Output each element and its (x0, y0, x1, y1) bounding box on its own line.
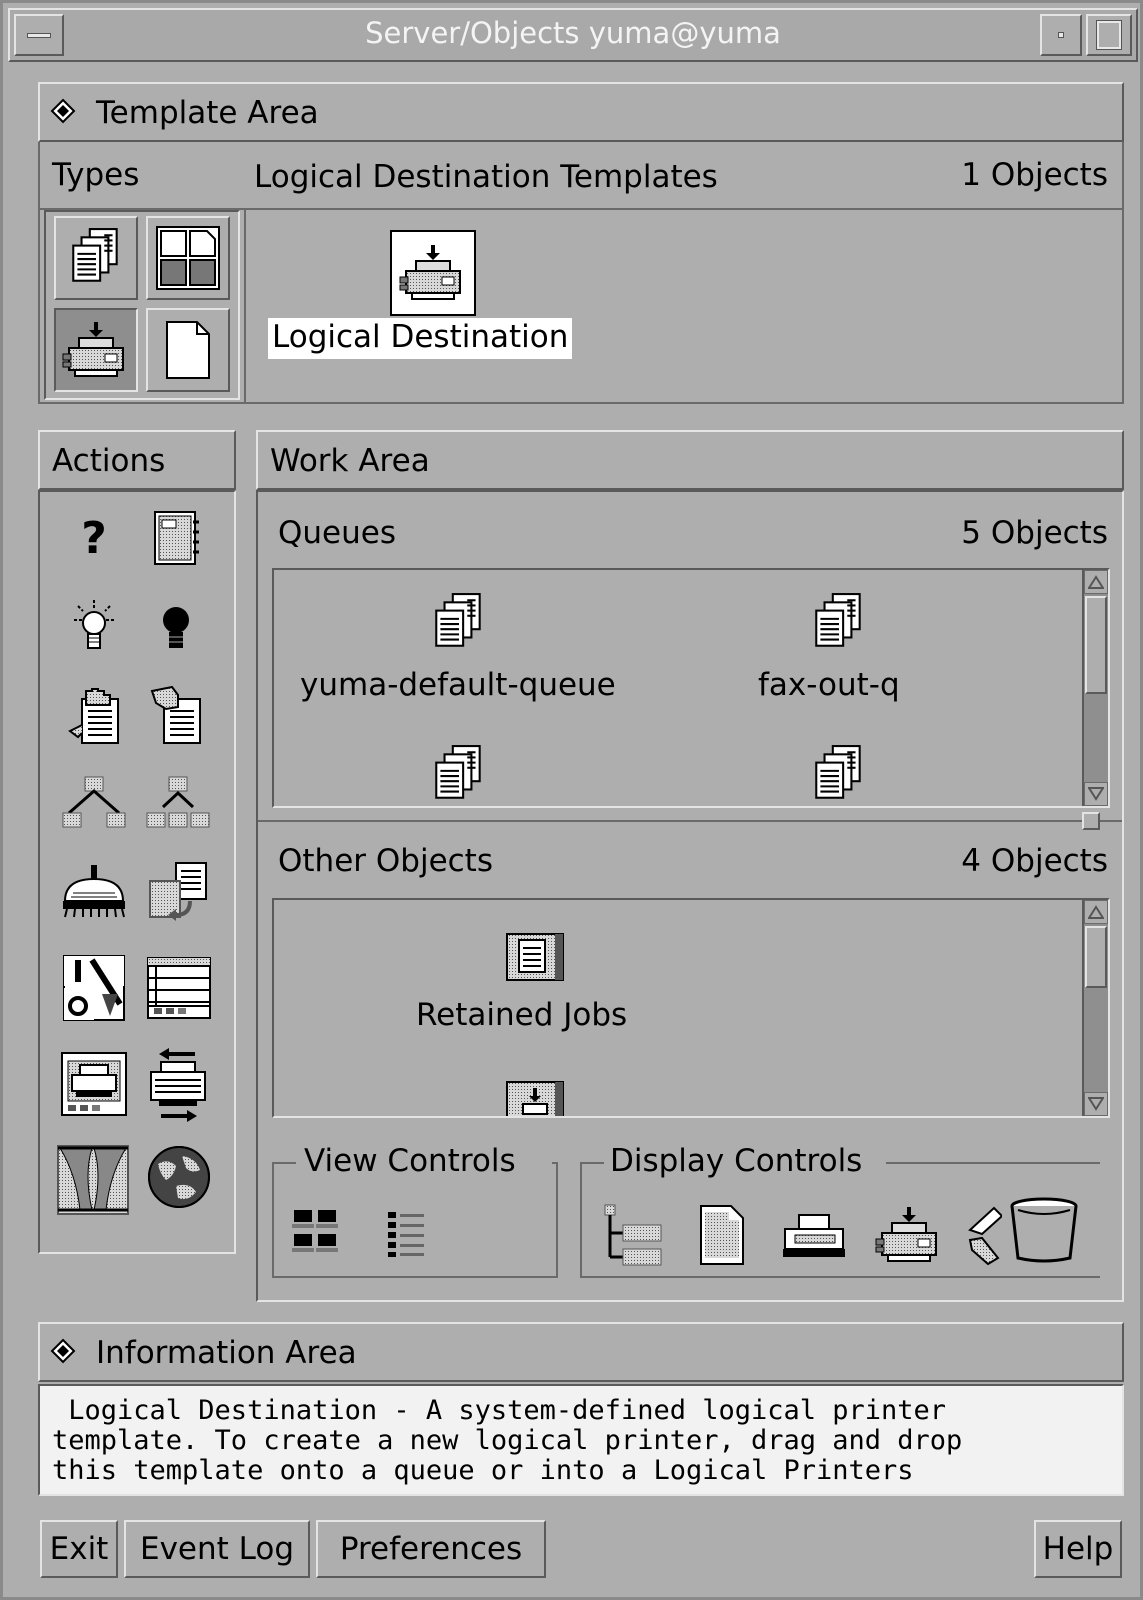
tree-display-icon[interactable] (598, 1202, 668, 1268)
show-tree-icon[interactable] (58, 770, 130, 834)
logical-destination-type-icon[interactable] (54, 308, 138, 392)
other-objects-title: Other Objects (278, 843, 493, 879)
layout-type-icon[interactable] (146, 216, 230, 300)
scroll-thumb[interactable] (1085, 926, 1107, 988)
queue-label: yuma-default-queue (300, 667, 616, 703)
enable-disable-icon[interactable] (60, 952, 128, 1024)
scroll-up-icon[interactable] (1084, 570, 1108, 594)
exit-button[interactable]: Exit (40, 1520, 118, 1578)
queue-icon (424, 742, 494, 808)
icon-view-icon[interactable] (288, 1204, 344, 1260)
event-log-button[interactable]: Event Log (124, 1520, 310, 1578)
hide-tree-icon[interactable] (142, 770, 214, 834)
scroll-thumb[interactable] (1085, 596, 1107, 694)
work-area-body: Queues 5 Objects yuma-default-queue fax-… (256, 490, 1124, 1302)
other-object-item[interactable]: Retained Jobs (404, 930, 664, 1050)
queues-count: 5 Objects (961, 515, 1108, 551)
window-title: Server/Objects yuma@yuma (365, 16, 781, 50)
template-area-header[interactable]: Template Area (38, 82, 1124, 142)
scroll-down-icon[interactable] (1084, 1092, 1108, 1116)
copy-icon[interactable] (144, 860, 214, 924)
trash-can-icon[interactable] (1006, 1194, 1082, 1266)
actions-palette: ? (38, 490, 236, 1254)
queue-item[interactable]: yuma-default-queue (294, 590, 634, 710)
other-object-label: Retained Jobs (416, 997, 628, 1033)
queue-type-icon[interactable] (54, 216, 138, 300)
template-section-title: Logical Destination Templates (254, 159, 718, 195)
other-objects-scrollbar[interactable] (1082, 900, 1108, 1116)
retained-jobs-icon (500, 930, 570, 984)
table-view-icon[interactable] (144, 952, 214, 1024)
template-count: 1 Objects (961, 157, 1108, 193)
light-off-icon[interactable] (144, 596, 208, 660)
logical-destination-icon (390, 230, 476, 316)
types-label: Types (52, 157, 140, 193)
arrow-display-icon[interactable] (968, 1202, 1002, 1268)
other-objects-list: Retained Jobs (272, 898, 1110, 1118)
maximize-icon[interactable] (1086, 14, 1132, 56)
hold-job-icon[interactable] (62, 684, 126, 748)
template-area-title: Template Area (96, 95, 319, 131)
template-item-label: Logical Destination (268, 318, 573, 359)
light-on-icon[interactable] (62, 596, 126, 660)
queue-icon (804, 590, 874, 656)
title-bar[interactable]: Server/Objects yuma@yuma (8, 8, 1138, 62)
work-area-header: Work Area (256, 430, 1124, 490)
actions-title: Actions (52, 443, 166, 479)
information-area-title: Information Area (96, 1335, 357, 1371)
minimize-icon[interactable] (1040, 14, 1082, 56)
display-controls-title: Display Controls (608, 1143, 865, 1179)
queues-title: Queues (278, 515, 396, 551)
clean-icon[interactable] (56, 860, 132, 924)
scroll-up-icon[interactable] (1084, 900, 1108, 924)
information-area-header[interactable]: Information Area (38, 1322, 1124, 1382)
logical-destination-object-icon (500, 1078, 570, 1116)
group-top-border-right (886, 1162, 1100, 1164)
queues-list: yuma-default-queue fax-out-q (272, 568, 1110, 808)
document-type-icon[interactable] (146, 308, 230, 392)
queue-icon (804, 742, 874, 808)
help-button[interactable]: Help (1034, 1520, 1122, 1578)
types-palette (44, 210, 240, 400)
queue-item[interactable]: fax-out-q (740, 590, 980, 710)
pane-sash[interactable] (1082, 812, 1100, 830)
queue-icon (424, 590, 494, 656)
work-area-title: Work Area (270, 443, 430, 479)
other-objects-count: 4 Objects (961, 843, 1108, 879)
view-controls-title: View Controls (302, 1143, 518, 1179)
information-text: Logical Destination - A system-defined l… (38, 1384, 1124, 1496)
details-view-icon[interactable] (378, 1204, 434, 1260)
document-display-icon[interactable] (692, 1202, 752, 1268)
pane-divider[interactable] (258, 820, 1122, 822)
group-top-border-right (552, 1162, 558, 1164)
logical-destination-display-icon[interactable] (872, 1202, 946, 1268)
divider (244, 208, 246, 402)
collapse-toggle-icon[interactable] (50, 98, 76, 124)
view-controls-group: View Controls (272, 1146, 558, 1278)
actions-header: Actions (38, 430, 236, 490)
collapse-toggle-icon[interactable] (50, 1338, 76, 1364)
release-job-icon[interactable] (144, 684, 208, 748)
printer-panel-icon[interactable] (58, 1048, 130, 1120)
group-top-border-left (580, 1162, 604, 1164)
help-icon[interactable]: ? (62, 508, 126, 568)
curtain-icon[interactable] (54, 1142, 132, 1218)
preferences-button[interactable]: Preferences (316, 1520, 546, 1578)
queue-label: fax-out-q (758, 667, 900, 703)
queue-item[interactable] (804, 742, 874, 808)
queues-scrollbar[interactable] (1082, 570, 1108, 806)
template-item[interactable]: Logical Destination (266, 226, 606, 366)
other-object-item[interactable] (500, 1078, 570, 1116)
template-area-body: Types Logical Destination Templates 1 Ob… (38, 142, 1124, 404)
transfer-icon[interactable] (142, 1044, 214, 1126)
printer-display-icon[interactable] (778, 1206, 850, 1266)
scroll-down-icon[interactable] (1084, 782, 1108, 806)
notebook-icon[interactable] (144, 508, 208, 568)
queue-item[interactable] (424, 742, 494, 808)
group-top-border-left (272, 1162, 296, 1164)
globe-icon[interactable] (144, 1142, 214, 1212)
